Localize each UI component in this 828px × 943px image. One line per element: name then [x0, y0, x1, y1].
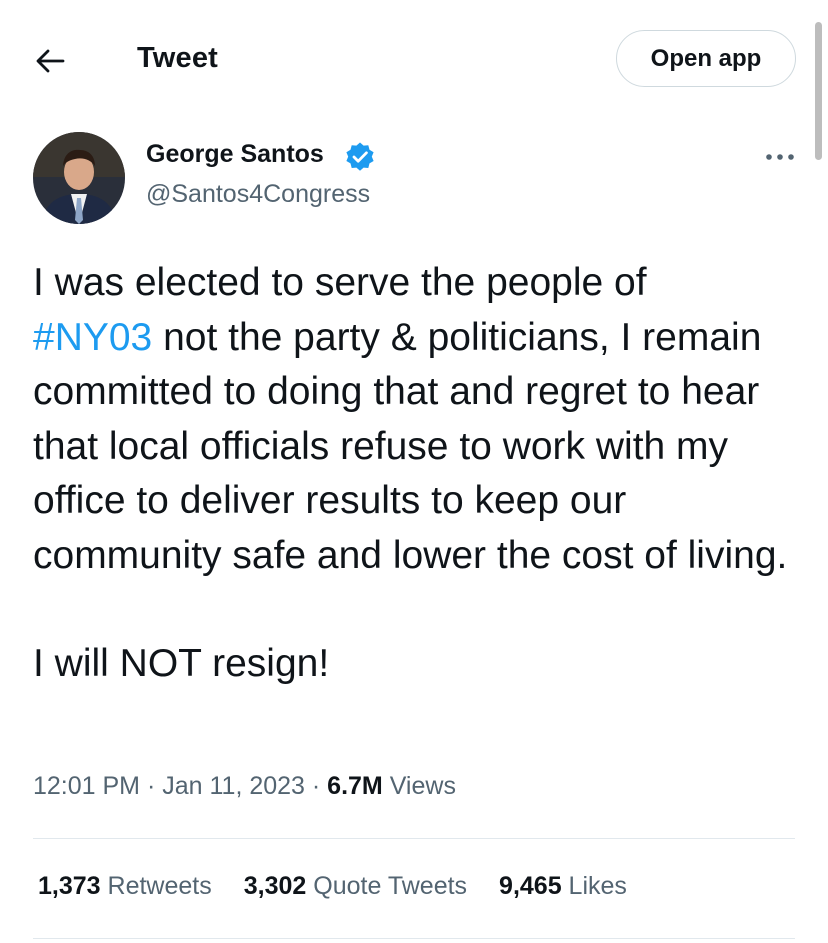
- top-bar: Tweet Open app: [0, 0, 828, 118]
- retweets-stat[interactable]: 1,373 Retweets: [38, 872, 212, 901]
- tweet-text: I was elected to serve the people of #NY0…: [33, 256, 803, 692]
- author-handle[interactable]: @Santos4Congress: [146, 180, 370, 209]
- author-name[interactable]: George Santos: [146, 140, 324, 169]
- divider: [33, 938, 795, 939]
- tweet-meta: 12:01 PM · Jan 11, 2023 · 6.7M Views: [33, 772, 456, 801]
- likes-stat[interactable]: 9,465 Likes: [499, 872, 627, 901]
- hashtag-link[interactable]: #NY03: [33, 316, 152, 359]
- tweet-paragraph: I will NOT resign!: [33, 642, 330, 685]
- divider: [33, 838, 795, 839]
- meta-separator: ·: [140, 772, 163, 800]
- quote-tweets-count: 3,302: [243, 872, 307, 900]
- open-app-button[interactable]: Open app: [616, 30, 796, 87]
- verified-badge-icon: [344, 141, 376, 173]
- retweets-count: 1,373: [38, 872, 101, 900]
- retweets-label: Retweets: [100, 872, 212, 900]
- quote-tweets-stat[interactable]: 3,302 Quote Tweets: [244, 872, 467, 901]
- tweet-date[interactable]: Jan 11, 2023: [162, 772, 305, 800]
- scrollbar[interactable]: [815, 22, 822, 160]
- likes-count: 9,465: [499, 872, 562, 900]
- tweet-text-segment: I was elected to serve the people of: [33, 261, 647, 304]
- tweet-paragraph: I was elected to serve the people of #NY0…: [33, 256, 803, 583]
- back-arrow-icon[interactable]: [33, 44, 67, 78]
- tweet-time[interactable]: 12:01 PM: [33, 772, 140, 800]
- quote-tweets-label: Quote Tweets: [306, 872, 468, 900]
- likes-label: Likes: [561, 872, 627, 900]
- meta-separator: ·: [304, 772, 328, 800]
- views-label: Views: [382, 772, 456, 800]
- avatar[interactable]: [33, 132, 125, 224]
- more-options-icon[interactable]: [763, 143, 797, 171]
- page-title: Tweet: [137, 42, 219, 74]
- engagement-stats: 1,373 Retweets 3,302 Quote Tweets 9,465 Li…: [38, 872, 659, 901]
- views-count: 6.7M: [327, 772, 383, 800]
